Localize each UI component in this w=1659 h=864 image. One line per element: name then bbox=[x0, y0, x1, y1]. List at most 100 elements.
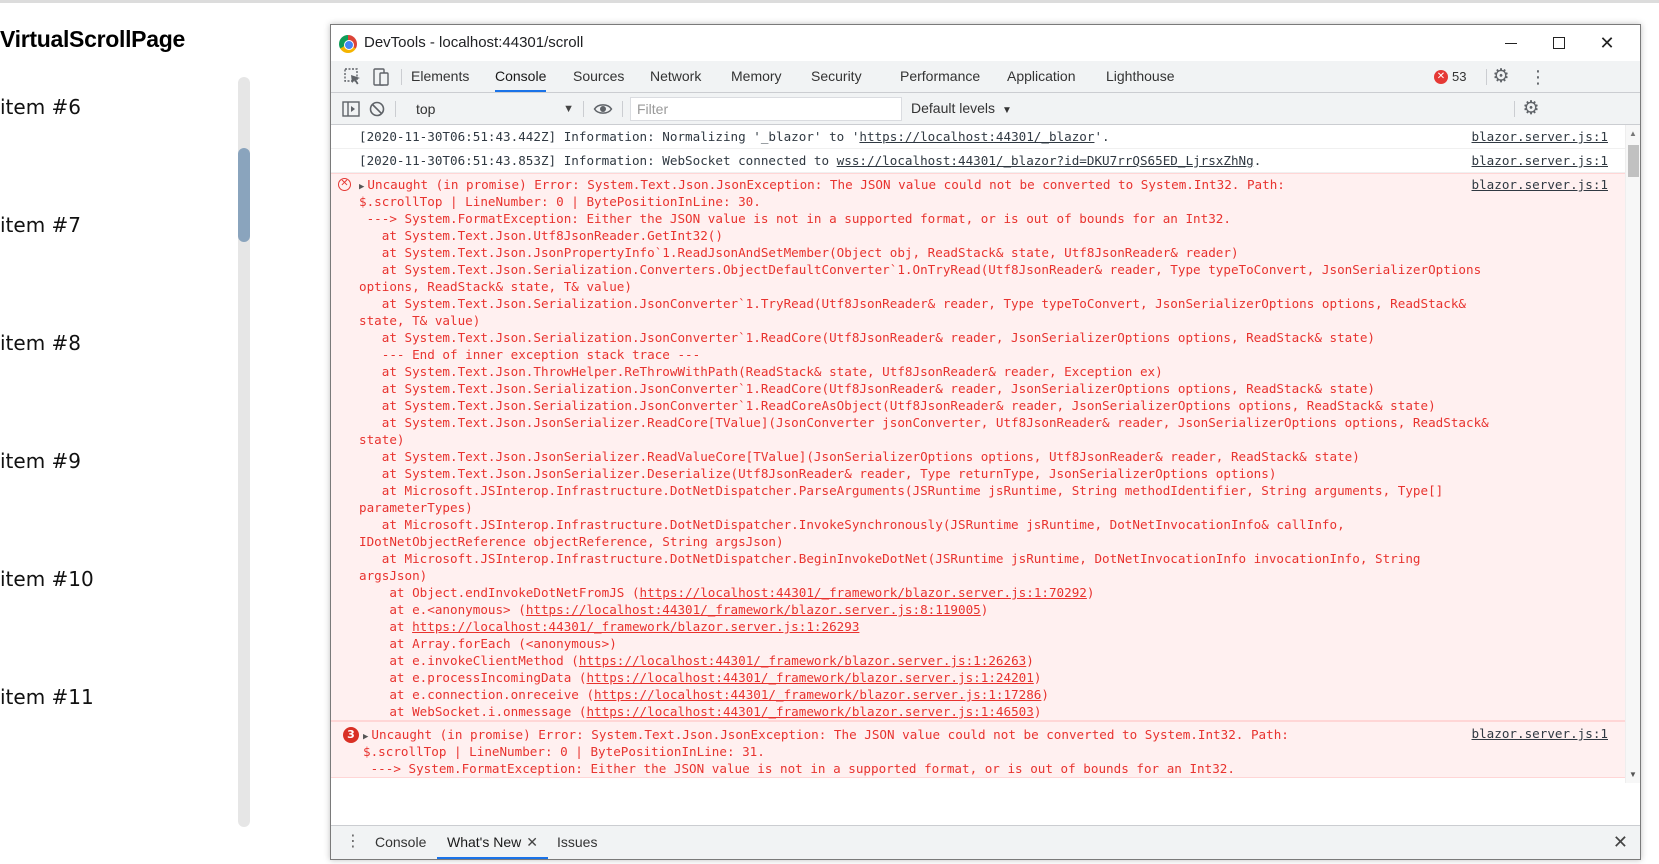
tab-console[interactable]: Console bbox=[495, 61, 547, 92]
list-item: item #9 bbox=[0, 449, 82, 473]
show-sidebar-icon[interactable] bbox=[341, 99, 361, 119]
error-line: argsJson) bbox=[359, 568, 428, 583]
url-link[interactable]: https://localhost:44301/_blazor bbox=[859, 129, 1094, 144]
error-line: IDotNetObjectReference objectReference, … bbox=[359, 534, 784, 549]
tab-performance[interactable]: Performance bbox=[900, 61, 980, 92]
tab-elements[interactable]: Elements bbox=[411, 61, 469, 92]
settings-gear-icon[interactable]: ⚙ bbox=[1491, 67, 1511, 87]
log-levels-label: Default levels bbox=[911, 100, 996, 116]
expand-triangle-icon[interactable]: ▶ bbox=[363, 732, 368, 742]
error-line: at System.Text.Json.Serialization.JsonCo… bbox=[359, 398, 1436, 413]
error-line: ▶ Uncaught (in promise) Error: System.Tex… bbox=[363, 727, 1289, 742]
drawer-tab-whats-new[interactable]: What's New ✕ bbox=[437, 826, 548, 859]
error-line: parameterTypes) bbox=[359, 500, 473, 515]
error-line: options, ReadStack& state, T& value) bbox=[359, 279, 632, 294]
more-options-icon[interactable]: ⋮ bbox=[1529, 67, 1547, 87]
error-line: at System.Text.Json.JsonPropertyInfo`1.R… bbox=[359, 245, 1239, 260]
maximize-button[interactable] bbox=[1536, 25, 1582, 61]
console-toolbar: top ▼ Filter Default levels ▼ ⚙ bbox=[331, 93, 1640, 125]
stack-frame-link[interactable]: https://localhost:44301/_framework/blazo… bbox=[526, 602, 981, 617]
context-selector[interactable]: top ▼ bbox=[416, 98, 576, 120]
close-window-button[interactable]: ✕ bbox=[1584, 25, 1630, 61]
chrome-logo-icon bbox=[339, 35, 357, 53]
error-circle-icon: ✕ bbox=[338, 178, 351, 191]
tab-sources[interactable]: Sources bbox=[573, 61, 624, 92]
stack-frame: at Object.endInvokeDotNetFromJS (https:/… bbox=[359, 585, 1095, 600]
drawer-tab-label: What's New bbox=[447, 834, 522, 850]
stack-frame: at WebSocket.i.onmessage (https://localh… bbox=[359, 704, 1042, 719]
drawer-tab-console[interactable]: Console bbox=[375, 826, 426, 859]
stack-frame-link[interactable]: https://localhost:44301/_framework/blazo… bbox=[412, 619, 859, 634]
error-line: at Microsoft.JSInterop.Infrastructure.Do… bbox=[359, 517, 1345, 532]
drawer-tab-issues[interactable]: Issues bbox=[557, 826, 597, 859]
error-line: at System.Text.Json.Serialization.JsonCo… bbox=[359, 330, 1375, 345]
devtools-window: DevTools - localhost:44301/scroll ✕ Elem… bbox=[330, 24, 1641, 860]
toolbar-separator bbox=[395, 101, 396, 117]
device-toolbar-icon[interactable] bbox=[371, 67, 391, 87]
list-item: item #7 bbox=[0, 213, 82, 237]
error-count: 53 bbox=[1452, 69, 1467, 84]
error-line: at System.Text.Json.JsonSerializer.Deser… bbox=[359, 466, 1277, 481]
url-link[interactable]: wss://localhost:44301/_blazor?id=DKU7rrQ… bbox=[837, 153, 1254, 168]
title-bar: DevTools - localhost:44301/scroll ✕ bbox=[331, 25, 1640, 61]
console-scrollbar[interactable]: ▲ ▼ bbox=[1625, 125, 1640, 783]
stack-frame-link[interactable]: https://localhost:44301/_framework/blazo… bbox=[640, 585, 1087, 600]
error-line: at System.Text.Json.Serialization.JsonCo… bbox=[359, 296, 1466, 311]
stack-frame-link[interactable]: https://localhost:44301/_framework/blazo… bbox=[586, 704, 1033, 719]
devtools-tab-bar: Elements Console Sources Network Memory … bbox=[331, 61, 1640, 93]
inspect-element-icon[interactable] bbox=[343, 67, 363, 87]
tab-lighthouse[interactable]: Lighthouse bbox=[1106, 61, 1175, 92]
top-rule bbox=[0, 0, 1659, 3]
source-link[interactable]: blazor.server.js:1 bbox=[1472, 153, 1608, 168]
minimize-button[interactable] bbox=[1488, 25, 1534, 61]
tab-memory[interactable]: Memory bbox=[731, 61, 782, 92]
source-link[interactable]: blazor.server.js:1 bbox=[1472, 177, 1608, 192]
live-expression-eye-icon[interactable] bbox=[593, 99, 613, 119]
tab-application[interactable]: Application bbox=[1007, 61, 1076, 92]
close-drawer-icon[interactable]: ✕ bbox=[1613, 832, 1628, 853]
console-settings-gear-icon[interactable]: ⚙ bbox=[1521, 99, 1541, 119]
stack-frame: at Array.forEach (<anonymous>) bbox=[359, 636, 617, 651]
list-item: item #8 bbox=[0, 331, 82, 355]
dropdown-arrow-icon: ▼ bbox=[563, 103, 574, 115]
log-message-info: [2020-11-30T06:51:43.442Z] Information: … bbox=[331, 125, 1627, 149]
window-title: DevTools - localhost:44301/scroll bbox=[364, 34, 584, 51]
stack-frame: at https://localhost:44301/_framework/bl… bbox=[359, 619, 860, 634]
stack-frame-link[interactable]: https://localhost:44301/_framework/blazo… bbox=[579, 653, 1026, 668]
toolbar-separator bbox=[1514, 101, 1515, 117]
log-message-error[interactable]: 3 blazor.server.js:1 ▶ Uncaught (in promi… bbox=[331, 721, 1627, 778]
clear-console-icon[interactable] bbox=[367, 99, 387, 119]
source-link[interactable]: blazor.server.js:1 bbox=[1472, 726, 1608, 741]
log-levels-dropdown[interactable]: Default levels ▼ bbox=[911, 100, 1012, 116]
list-item: item #11 bbox=[0, 685, 94, 709]
error-line: at System.Text.Json.Serialization.Conver… bbox=[359, 262, 1482, 277]
log-message-error[interactable]: ✕ blazor.server.js:1 ▶ Uncaught (in promi… bbox=[331, 173, 1627, 721]
stack-frame-link[interactable]: https://localhost:44301/_framework/blazo… bbox=[586, 670, 1033, 685]
source-link[interactable]: blazor.server.js:1 bbox=[1472, 129, 1608, 144]
tab-network[interactable]: Network bbox=[650, 61, 701, 92]
expand-triangle-icon[interactable]: ▶ bbox=[359, 182, 364, 192]
error-line: ▶ Uncaught (in promise) Error: System.Tex… bbox=[359, 177, 1285, 192]
close-tab-icon[interactable]: ✕ bbox=[526, 834, 538, 850]
scroll-up-arrow-icon[interactable]: ▲ bbox=[1629, 129, 1637, 138]
error-lines: ▶ Uncaught (in promise) Error: System.Tex… bbox=[331, 724, 1627, 777]
stack-frame: at e.processIncomingData (https://localh… bbox=[359, 670, 1042, 685]
tab-separator bbox=[401, 69, 402, 85]
context-value: top bbox=[416, 101, 436, 117]
dropdown-arrow-icon: ▼ bbox=[1001, 105, 1012, 116]
error-line: --- End of inner exception stack trace -… bbox=[359, 347, 701, 362]
tab-security[interactable]: Security bbox=[811, 61, 862, 92]
error-lines: ▶ Uncaught (in promise) Error: System.Tex… bbox=[331, 174, 1627, 720]
console-scrollbar-thumb[interactable] bbox=[1628, 145, 1639, 177]
error-line: at Microsoft.JSInterop.Infrastructure.Do… bbox=[359, 551, 1421, 566]
drawer-menu-icon[interactable]: ⋮ bbox=[345, 832, 361, 852]
error-count-badge[interactable]: ✕ 53 bbox=[1434, 69, 1466, 84]
error-line: at System.Text.Json.Utf8JsonReader.GetIn… bbox=[359, 228, 723, 243]
filter-input[interactable]: Filter bbox=[630, 97, 902, 121]
stack-frame-link[interactable]: https://localhost:44301/_framework/blazo… bbox=[594, 687, 1041, 702]
toolbar-separator bbox=[583, 101, 584, 117]
console-log: [2020-11-30T06:51:43.442Z] Information: … bbox=[331, 125, 1627, 783]
scroll-down-arrow-icon[interactable]: ▼ bbox=[1629, 770, 1637, 779]
list-scrollbar-thumb[interactable] bbox=[238, 148, 250, 242]
error-line: ---> System.FormatException: Either the … bbox=[359, 211, 1231, 226]
